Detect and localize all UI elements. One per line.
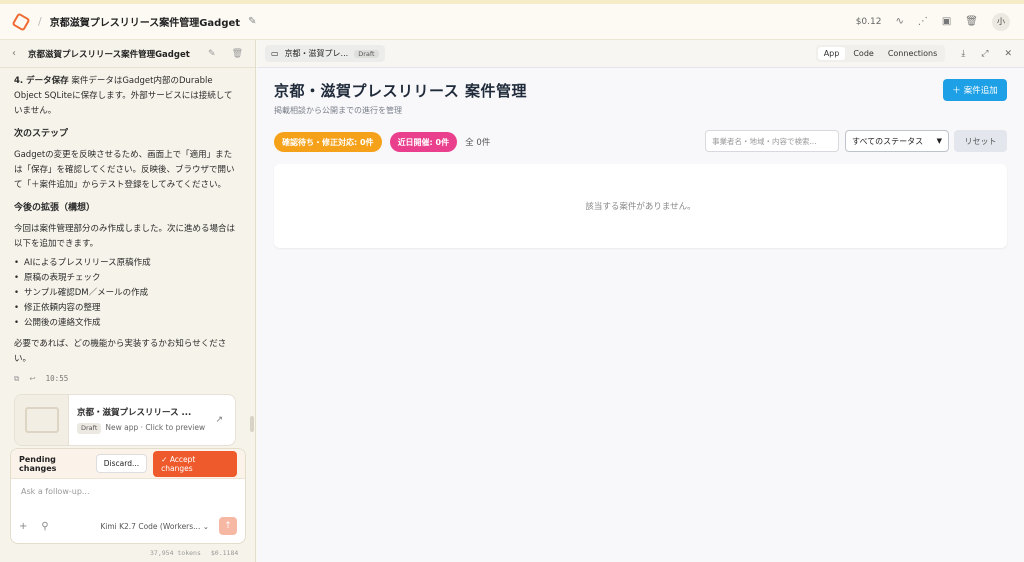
avatar[interactable]: 小 [992,12,1010,31]
pending-review-chip[interactable]: 確認待ち・修正対応: 0件 [274,132,382,152]
draft-badge: Draft [77,423,102,434]
tools-icon[interactable]: ⚲ [41,521,48,532]
future-list: AIによるプレスリリース原稿作成 原稿の表現チェック サンプル確認DM／メールの… [14,256,236,331]
app-preview-card[interactable]: 京都・滋賀プレスリリース ... Draft New app · Click t… [14,394,236,446]
token-usage: 37,954 tokens $0.1184 [150,549,238,557]
accept-label: Accept changes [161,454,196,473]
data-save-paragraph: 4. データ保存 案件データはGadget内部のDurable Object S… [14,74,236,119]
status-select[interactable]: すべてのステータス ▼ [845,130,949,152]
model-selector[interactable]: Kimi K2.7 Code (Workers... ⌄ [100,522,209,531]
token-cost: $0.1184 [210,549,239,557]
activity-icon[interactable]: ∿ [895,16,903,27]
delete-icon[interactable]: 🗑 [232,49,243,59]
copy-icon[interactable]: ⧉ [14,371,19,386]
view-tabs: App Code Connections [815,45,946,62]
undo-icon[interactable]: ↩ [29,371,35,386]
chevron-down-icon: ▼ [936,137,942,145]
app-thumbnail [15,395,69,445]
pending-changes-panel: Pending changes Discard... ✓ Accept chan… [10,448,246,544]
summary-chips: 確認待ち・修正対応: 0件 近日開催: 0件 全 0件 [274,132,490,152]
logo-icon[interactable] [11,11,31,32]
download-icon[interactable]: ⤓ [961,49,965,59]
empty-message: 該当する案件がありません。 [585,202,696,212]
breadcrumb-separator: / [38,15,42,28]
close-icon[interactable]: ✕ [1004,49,1012,59]
app-card-desc: New app · Click to preview [105,423,206,432]
add-case-label: 案件追加 [963,86,998,96]
data-save-label: 4. データ保存 [14,76,69,86]
preview-header: ▭ 京都・滋賀プレ... Draft App Code Connections … [257,40,1024,68]
pending-header: Pending changes Discard... ✓ Accept chan… [11,449,245,479]
future-heading: 今後の拡張（構想） [14,203,96,213]
list-item: 公開後の連絡文作成 [14,316,236,331]
message-meta: ⧉ ↩ 10:55 [14,371,236,386]
chat-messages: 4. データ保存 案件データはGadget内部のDurable Object S… [0,68,250,446]
edit-icon[interactable]: ✎ [208,49,216,59]
file-tab-label: 京都・滋賀プレ... [284,49,349,58]
status-select-label: すべてのステータス [852,136,924,146]
chat-header: ‹ 京都滋賀プレスリリース案件管理Gadget ✎ 🗑 [0,40,255,68]
page-subtitle: 掲載相談から公開までの進行を管理 [274,106,402,115]
empty-state: 該当する案件がありません。 [274,164,1007,248]
page-title: 京都・滋賀プレスリリース 案件管理 [274,82,527,100]
discard-button[interactable]: Discard... [95,454,148,473]
list-item: サンプル確認DM／メールの作成 [14,286,236,301]
tab-app[interactable]: App [817,47,846,60]
total-count: 全 0件 [465,138,491,148]
next-steps-text: Gadgetの変更を反映させるため、画面上で「適用」または「保存」を確認してくだ… [14,150,235,190]
send-button[interactable]: ↑ [219,517,237,535]
tab-connections[interactable]: Connections [882,47,943,60]
list-item: AIによるプレスリリース原稿作成 [14,256,236,271]
search-input[interactable]: 事業者名・地域・内容で検索... [705,130,839,152]
top-bar: / 京都滋賀プレスリリース案件管理Gadget ✎ $0.12 ∿ ⋰ ▣ 🗑 … [0,4,1024,40]
share-icon[interactable]: ⋰ [918,16,928,27]
draft-badge: Draft [354,49,379,58]
upcoming-chip[interactable]: 近日開催: 0件 [389,132,458,152]
app-title: 京都滋賀プレスリリース案件管理Gadget [49,18,241,29]
closing-text: 必要であれば、どの機能から実装するかお知らせください。 [14,339,227,364]
model-label: Kimi K2.7 Code (Workers... [100,521,201,531]
list-item: 原稿の表現チェック [14,271,236,286]
composer-footer: + ⚲ Kimi K2.7 Code (Workers... ⌄ ↑ [11,511,245,541]
chat-title: 京都滋賀プレスリリース案件管理Gadget [28,49,190,60]
cost-label: $0.12 [855,16,882,27]
add-icon[interactable]: + [19,521,27,532]
archive-icon[interactable]: ▣ [942,16,951,27]
chat-scrollbar[interactable] [250,416,254,432]
token-count: 37,954 tokens [150,549,201,557]
topbar-actions: $0.12 ∿ ⋰ ▣ 🗑 小 [855,12,1010,31]
next-steps-heading: 次のステップ [14,129,69,139]
expand-icon[interactable]: ⤢ [981,49,988,59]
add-case-button[interactable]: ＋ 案件追加 [943,79,1007,101]
message-time: 10:55 [45,374,69,383]
back-icon[interactable]: ‹ [12,48,16,59]
window-icon: ▭ [271,49,279,58]
pending-label: Pending changes [19,454,57,473]
follow-up-input[interactable]: Ask a follow-up... [11,479,245,511]
open-arrow-icon[interactable]: ↗ [215,413,223,428]
app-card-name: 京都・滋賀プレスリリース ... [77,408,192,418]
list-item: 修正依頼内容の整理 [14,301,236,316]
preview-panel: ▭ 京都・滋賀プレ... Draft App Code Connections … [257,40,1024,562]
accept-changes-button[interactable]: ✓ Accept changes [153,450,237,477]
reset-button[interactable]: リセット [954,130,1007,152]
tab-code[interactable]: Code [847,47,879,60]
trash-icon[interactable]: 🗑 [965,16,978,27]
file-tab[interactable]: ▭ 京都・滋賀プレ... Draft [265,45,385,62]
edit-title-icon[interactable]: ✎ [248,16,256,27]
future-text: 今回は案件管理部分のみ作成しました。次に進める場合は以下を追加できます。 [14,224,236,249]
